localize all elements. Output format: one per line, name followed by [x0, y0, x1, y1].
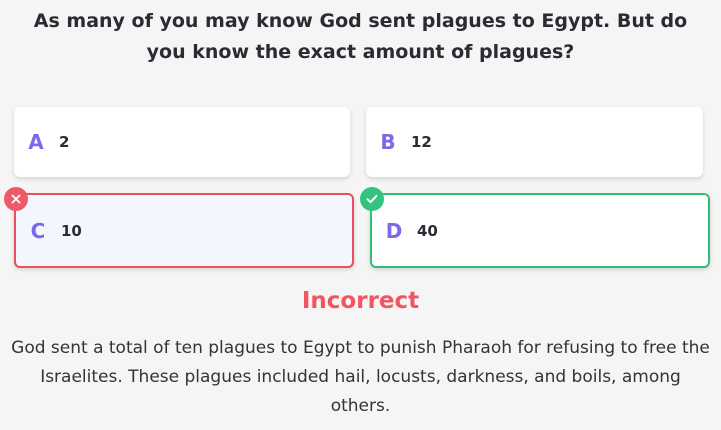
- option-value: 10: [61, 221, 82, 240]
- option-letter: D: [385, 218, 403, 243]
- option-value: 12: [411, 133, 432, 151]
- check-icon: [366, 194, 378, 204]
- option-value: 2: [59, 133, 70, 151]
- question-text: As many of you may know God sent plagues…: [33, 10, 688, 63]
- correct-badge: [360, 187, 384, 211]
- incorrect-badge: [4, 187, 28, 211]
- option-letter: C: [30, 218, 46, 243]
- close-icon: [11, 194, 21, 204]
- option-c[interactable]: C 10: [14, 193, 354, 268]
- result-verdict: Incorrect: [301, 288, 420, 314]
- option-d[interactable]: D 40: [370, 193, 710, 268]
- quiz-page: As many of you may know God sent plagues…: [0, 0, 721, 430]
- option-b[interactable]: B 12: [366, 107, 703, 177]
- option-value: 40: [417, 221, 438, 240]
- result-explanation: God sent a total of ten plagues to Egypt…: [11, 338, 710, 416]
- option-letter: A: [28, 130, 44, 154]
- option-letter: B: [380, 130, 396, 154]
- option-a[interactable]: A 2: [14, 107, 350, 177]
